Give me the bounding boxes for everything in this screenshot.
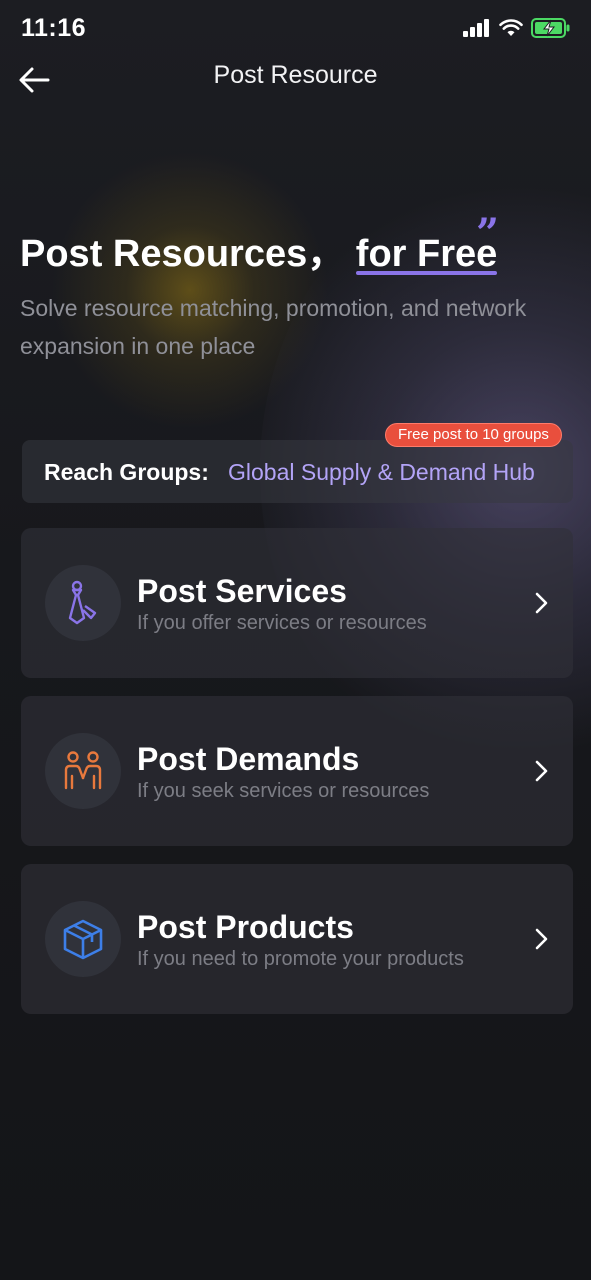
card-icon-circle bbox=[45, 901, 121, 977]
post-services-card[interactable]: Post Services If you offer services or r… bbox=[21, 528, 573, 678]
status-time: 11:16 bbox=[21, 14, 87, 42]
battery-charging-icon bbox=[531, 18, 570, 38]
status-icons bbox=[463, 18, 571, 38]
card-subtitle: If you offer services or resources bbox=[137, 612, 427, 634]
reach-groups-label: Reach Groups: bbox=[44, 459, 209, 485]
reach-groups-selector[interactable]: Reach Groups: Global Supply & Demand Hub bbox=[22, 440, 573, 503]
card-icon-circle bbox=[45, 565, 121, 641]
quote-mark-icon: ” bbox=[476, 210, 500, 257]
card-title: Post Demands bbox=[137, 741, 360, 777]
chevron-right-icon bbox=[535, 928, 548, 950]
hero-subtitle: Solve resource matching, promotion, and … bbox=[20, 295, 527, 359]
card-icon-circle bbox=[45, 733, 121, 809]
card-title: Post Products bbox=[137, 909, 354, 945]
card-subtitle: If you seek services or resources bbox=[137, 780, 430, 802]
chevron-right-icon bbox=[535, 592, 548, 614]
wifi-icon bbox=[499, 19, 523, 36]
free-post-badge: Free post to 10 groups bbox=[385, 423, 562, 447]
people-icon bbox=[64, 751, 102, 790]
post-products-card[interactable]: Post Products If you need to promote you… bbox=[21, 864, 573, 1014]
tie-icon bbox=[68, 580, 97, 625]
card-subtitle: If you need to promote your products bbox=[137, 948, 464, 970]
post-demands-card[interactable]: Post Demands If you seek services or res… bbox=[21, 696, 573, 846]
box-icon bbox=[63, 919, 103, 960]
status-bar: 11:16 bbox=[0, 0, 591, 58]
card-title: Post Services bbox=[137, 573, 347, 609]
nav-bar: Post Resource bbox=[0, 58, 591, 98]
page-title: Post Resource bbox=[213, 61, 378, 89]
reach-groups-value[interactable]: Global Supply & Demand Hub bbox=[228, 459, 535, 486]
hero-title: Post Resources， for Free bbox=[20, 222, 498, 277]
hero-title-main: Post Resources， bbox=[20, 233, 346, 275]
cellular-signal-icon bbox=[463, 19, 489, 37]
chevron-right-icon bbox=[535, 760, 548, 782]
